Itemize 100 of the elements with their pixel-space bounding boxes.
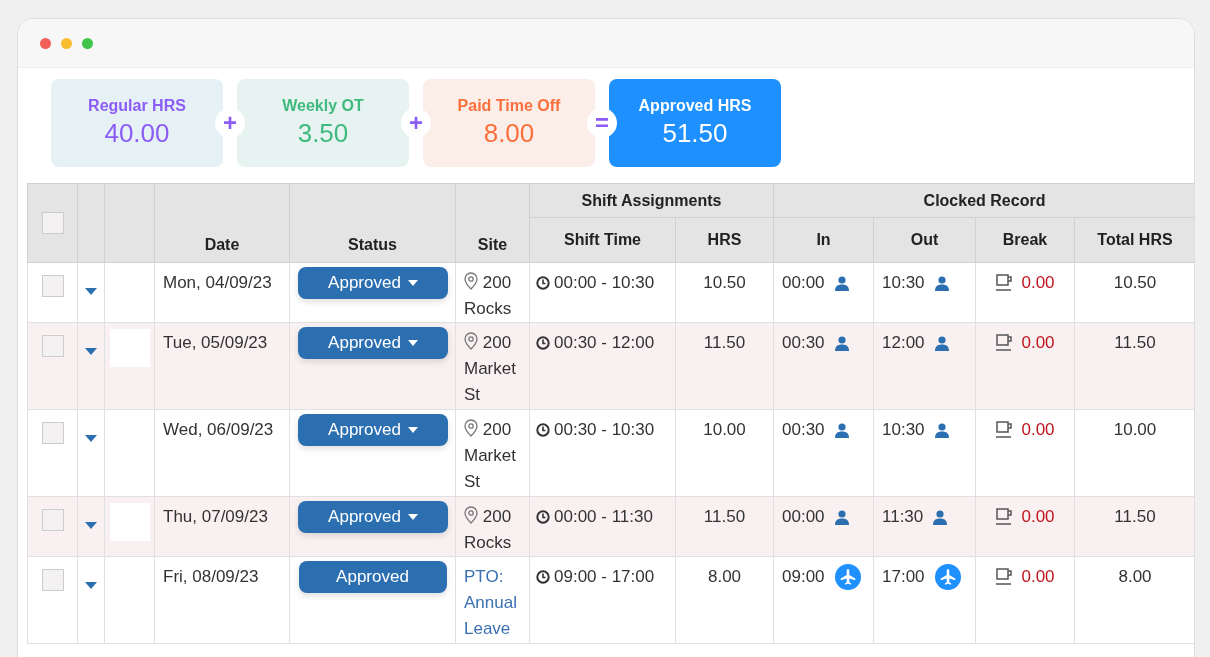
card-label: Approved HRS bbox=[638, 97, 752, 115]
caret-icon bbox=[407, 340, 418, 346]
hours-text: 8.00 bbox=[707, 567, 742, 586]
group-header: Shift Assignments bbox=[581, 191, 722, 209]
break-hours-text: 0.00 bbox=[1021, 506, 1055, 528]
airplane-icon bbox=[934, 564, 961, 590]
location-pin-icon bbox=[464, 419, 478, 437]
column-header: Out bbox=[910, 231, 939, 248]
site-text: 200 Market St bbox=[464, 418, 517, 493]
caret-icon bbox=[407, 427, 418, 433]
card-value: 8.00 bbox=[483, 118, 535, 149]
total-hours-text: 10.00 bbox=[1113, 420, 1157, 439]
total-hours-text: 11.50 bbox=[1114, 333, 1156, 352]
card-value: 3.50 bbox=[297, 118, 349, 149]
column-header: In bbox=[816, 231, 831, 248]
status-dropdown[interactable]: Approved bbox=[298, 561, 447, 593]
location-pin-icon bbox=[464, 272, 478, 290]
row-checkbox[interactable] bbox=[41, 508, 64, 531]
clock-time-text: 10:30 bbox=[882, 419, 925, 441]
clock-time-text: 10:30 bbox=[882, 272, 925, 294]
clock-icon bbox=[536, 510, 550, 524]
clock-time-text: 00:30 bbox=[782, 419, 825, 441]
group-header: Clocked Record bbox=[923, 191, 1046, 209]
airplane-icon bbox=[834, 564, 861, 590]
clock-time-text: 00:00 bbox=[782, 272, 825, 294]
column-header: Shift Time bbox=[563, 231, 641, 248]
hours-text: 10.50 bbox=[703, 273, 746, 292]
expand-caret-icon[interactable] bbox=[85, 582, 97, 589]
shift-time-text: 00:30 - 10:30 bbox=[554, 419, 655, 441]
status-dropdown[interactable]: Approved bbox=[298, 501, 448, 533]
date-text: Mon, 04/09/23 bbox=[163, 273, 272, 292]
maximize-dot[interactable] bbox=[82, 37, 93, 49]
select-all-checkbox[interactable] bbox=[41, 212, 64, 234]
clock-icon bbox=[536, 336, 550, 350]
expand-caret-icon[interactable] bbox=[85, 288, 97, 295]
total-hours-text: 11.50 bbox=[1114, 507, 1156, 526]
date-text: Thu, 07/09/23 bbox=[163, 507, 268, 526]
row-checkbox[interactable] bbox=[41, 274, 64, 297]
site-text: 200 Rocks bbox=[464, 505, 513, 554]
person-icon bbox=[934, 422, 949, 438]
hours-text: 11.50 bbox=[703, 507, 746, 526]
clock-time-text: 17:00 bbox=[882, 566, 925, 588]
column-header: HRS bbox=[707, 231, 742, 248]
location-pin-icon bbox=[464, 332, 478, 350]
person-icon bbox=[834, 335, 849, 351]
row-checkbox[interactable] bbox=[41, 334, 64, 357]
clock-icon bbox=[536, 276, 550, 290]
status-dropdown[interactable]: Approved bbox=[298, 267, 448, 299]
column-header: Break bbox=[1002, 231, 1048, 248]
card-label: Weekly OT bbox=[282, 97, 364, 115]
break-hours-text: 0.00 bbox=[1021, 332, 1055, 354]
column-header: Site bbox=[477, 236, 508, 253]
shift-time-text: 09:00 - 17:00 bbox=[554, 566, 655, 588]
clock-time-text: 00:00 bbox=[782, 506, 825, 528]
break-hours-text: 0.00 bbox=[1021, 272, 1055, 294]
shift-time-text: 00:30 - 12:00 bbox=[554, 332, 655, 354]
minimize-dot[interactable] bbox=[61, 37, 72, 49]
break-hours-text: 0.00 bbox=[1021, 566, 1055, 588]
card-label: Paid Time Off bbox=[457, 97, 561, 115]
hours-text: 11.50 bbox=[703, 333, 746, 352]
date-text: Wed, 06/09/23 bbox=[163, 420, 274, 439]
location-pin-icon bbox=[464, 506, 478, 524]
column-header: Total HRS bbox=[1097, 231, 1173, 248]
row-checkbox[interactable] bbox=[41, 421, 64, 444]
break-hours-text: 0.00 bbox=[1021, 419, 1055, 441]
person-icon bbox=[933, 509, 948, 525]
hours-text: 10.00 bbox=[703, 420, 746, 439]
card-label: Regular HRS bbox=[88, 97, 186, 115]
clock-time-text: 11:30 bbox=[882, 506, 924, 528]
column-header: Status bbox=[348, 236, 397, 253]
site-text: 200 Market St bbox=[464, 331, 517, 406]
card-value: 40.00 bbox=[104, 118, 170, 149]
date-text: Fri, 08/09/23 bbox=[163, 567, 259, 586]
status-dropdown[interactable]: Approved bbox=[298, 327, 448, 359]
person-icon bbox=[934, 335, 949, 351]
total-hours-text: 10.50 bbox=[1113, 273, 1157, 292]
shift-time-text: 00:00 - 10:30 bbox=[554, 272, 655, 294]
person-icon bbox=[834, 275, 849, 291]
clock-icon bbox=[536, 423, 550, 437]
person-icon bbox=[834, 509, 849, 525]
expand-caret-icon[interactable] bbox=[85, 522, 97, 529]
person-icon bbox=[934, 275, 949, 291]
status-dropdown[interactable]: Approved bbox=[298, 414, 448, 446]
clock-icon bbox=[536, 570, 550, 584]
expand-caret-icon[interactable] bbox=[85, 348, 97, 355]
total-hours-text: 8.00 bbox=[1118, 567, 1152, 586]
row-checkbox[interactable] bbox=[41, 568, 64, 591]
person-icon bbox=[834, 422, 849, 438]
caret-icon bbox=[407, 280, 418, 286]
column-header: Date bbox=[204, 236, 240, 253]
expand-caret-icon[interactable] bbox=[85, 435, 97, 442]
date-text: Tue, 05/09/23 bbox=[163, 333, 268, 352]
clock-time-text: 00:30 bbox=[782, 332, 825, 354]
close-dot[interactable] bbox=[40, 37, 51, 49]
card-value: 51.50 bbox=[662, 118, 728, 149]
site-text: 200 Rocks bbox=[464, 271, 513, 320]
shift-time-text: 00:00 - 11:30 bbox=[554, 506, 653, 528]
caret-icon bbox=[407, 514, 418, 520]
clock-time-text: 09:00 bbox=[782, 566, 825, 588]
clock-time-text: 12:00 bbox=[882, 332, 925, 354]
